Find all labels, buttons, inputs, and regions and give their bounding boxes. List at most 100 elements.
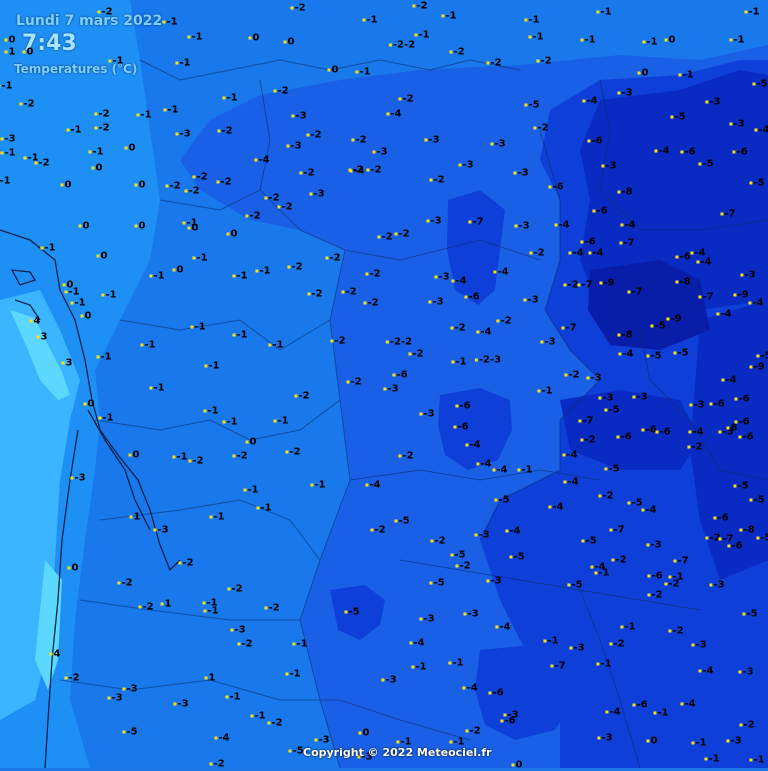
station-temp-value: -1 <box>314 480 325 491</box>
station-temp-label: -3 <box>523 295 538 306</box>
station-dot <box>653 711 656 714</box>
station-dot <box>513 171 516 174</box>
station-temp-label: 0 <box>638 68 649 79</box>
station-temp-label: -3 <box>486 576 501 587</box>
station-dot <box>94 126 97 129</box>
station-dot <box>79 224 82 227</box>
station-dot <box>192 256 195 259</box>
station-temp-label: -1 <box>528 32 543 43</box>
station-temp-value: -7 <box>554 661 565 672</box>
station-dot <box>642 40 645 43</box>
station-dot <box>286 144 289 147</box>
station-temp-value: -2 <box>294 3 305 14</box>
station-dot <box>205 676 208 679</box>
station-temp-label: -4 <box>716 309 731 320</box>
station-dot <box>455 404 458 407</box>
station-dot <box>117 581 120 584</box>
station-temp-label: -3 <box>513 168 528 179</box>
station-temp-value: -5 <box>654 321 665 332</box>
station-temp-value: -4 <box>218 733 229 744</box>
station-dot <box>64 676 67 679</box>
station-dot <box>524 18 527 21</box>
station-temp-value: -6 <box>636 700 647 711</box>
station-dot <box>227 232 230 235</box>
station-temp-label: -2-2 <box>386 337 412 348</box>
station-temp-label: -2 <box>408 349 423 360</box>
station-temp-value: -2 <box>188 186 199 197</box>
station-dot <box>232 333 235 336</box>
station-temp-value: -2 <box>743 720 754 731</box>
station-temp-value: -6 <box>651 571 662 582</box>
station-dot <box>307 292 310 295</box>
station-temp-value: -4 <box>499 622 510 633</box>
station-temp-value: 8 <box>731 423 738 434</box>
station-dot <box>604 467 607 470</box>
station-dot <box>569 646 572 649</box>
station-dot <box>140 343 143 346</box>
station-temp-value: -5 <box>677 348 688 359</box>
station-temp-value: -2 <box>453 47 464 58</box>
station-dot <box>620 625 623 628</box>
station-dot <box>488 691 491 694</box>
station-temp-value: -5 <box>674 112 685 123</box>
station-temp-label: -7 <box>627 287 642 298</box>
station-dot <box>536 59 539 62</box>
station-temp-label: 0 <box>647 736 658 747</box>
station-dot <box>704 757 707 760</box>
station-dot <box>451 360 454 363</box>
station-temp-value: -1 <box>247 485 258 496</box>
station-temp-value: -2 <box>23 99 34 110</box>
station-dot <box>689 403 692 406</box>
station-temp-label: 1 <box>130 512 141 523</box>
station-temp-value: 0 <box>129 143 136 154</box>
station-temp-value: -2 <box>416 1 427 12</box>
station-dot <box>705 100 708 103</box>
station-dot <box>720 212 723 215</box>
station-temp-value: -4 <box>658 146 669 157</box>
station-temp-value: -4 <box>567 477 578 488</box>
station-temp-label: 0 <box>135 221 146 232</box>
station-dot <box>749 758 752 761</box>
station-dot <box>563 283 566 286</box>
station-temp-label: -5 <box>646 351 661 362</box>
station-temp-label: 3 <box>62 358 73 369</box>
station-temp-value: -1 <box>289 669 300 680</box>
station-temp-label: -1 <box>175 58 190 69</box>
station-dot <box>709 402 712 405</box>
station-temp-value: -2 <box>615 555 626 566</box>
station-dot <box>578 419 581 422</box>
station-temp-label: -2-3 <box>475 355 501 366</box>
station-dot <box>411 665 414 668</box>
station-temp-label: -2 <box>330 336 345 347</box>
station-temp-label: -1 <box>225 692 240 703</box>
station-dot <box>359 731 362 734</box>
station-dot <box>434 275 437 278</box>
station-temp-value: -6 <box>504 716 515 727</box>
station-dot <box>476 462 479 465</box>
station-dot <box>450 326 453 329</box>
station-temp-label: -7 <box>698 292 713 303</box>
station-dot <box>389 43 392 46</box>
station-temp-label: -2 <box>346 377 361 388</box>
station-dot <box>227 587 230 590</box>
station-dot <box>687 445 690 448</box>
station-dot <box>749 498 752 501</box>
station-temp-value: -1 <box>236 271 247 282</box>
station-temp-label: -2 <box>117 578 132 589</box>
station-dot <box>175 61 178 64</box>
station-temp-value: -4 <box>725 375 736 386</box>
station-temp-label: -6 <box>647 571 662 582</box>
station-temp-value: -2 <box>101 7 112 18</box>
station-temp-label: -3 <box>709 580 724 591</box>
station-dot <box>163 108 166 111</box>
station-temp-value: -2 <box>402 451 413 462</box>
station-temp-label: -5 <box>509 552 524 563</box>
station-temp-value: -2 <box>355 135 366 146</box>
station-temp-value: -7 <box>623 238 634 249</box>
station-temp-label: 0 <box>23 47 34 58</box>
station-dot <box>0 151 3 154</box>
station-temp-value: -2 <box>196 172 207 183</box>
station-temp-label: -3 <box>419 614 434 625</box>
station-temp-label: -1 <box>88 147 103 158</box>
station-dot <box>19 102 22 105</box>
